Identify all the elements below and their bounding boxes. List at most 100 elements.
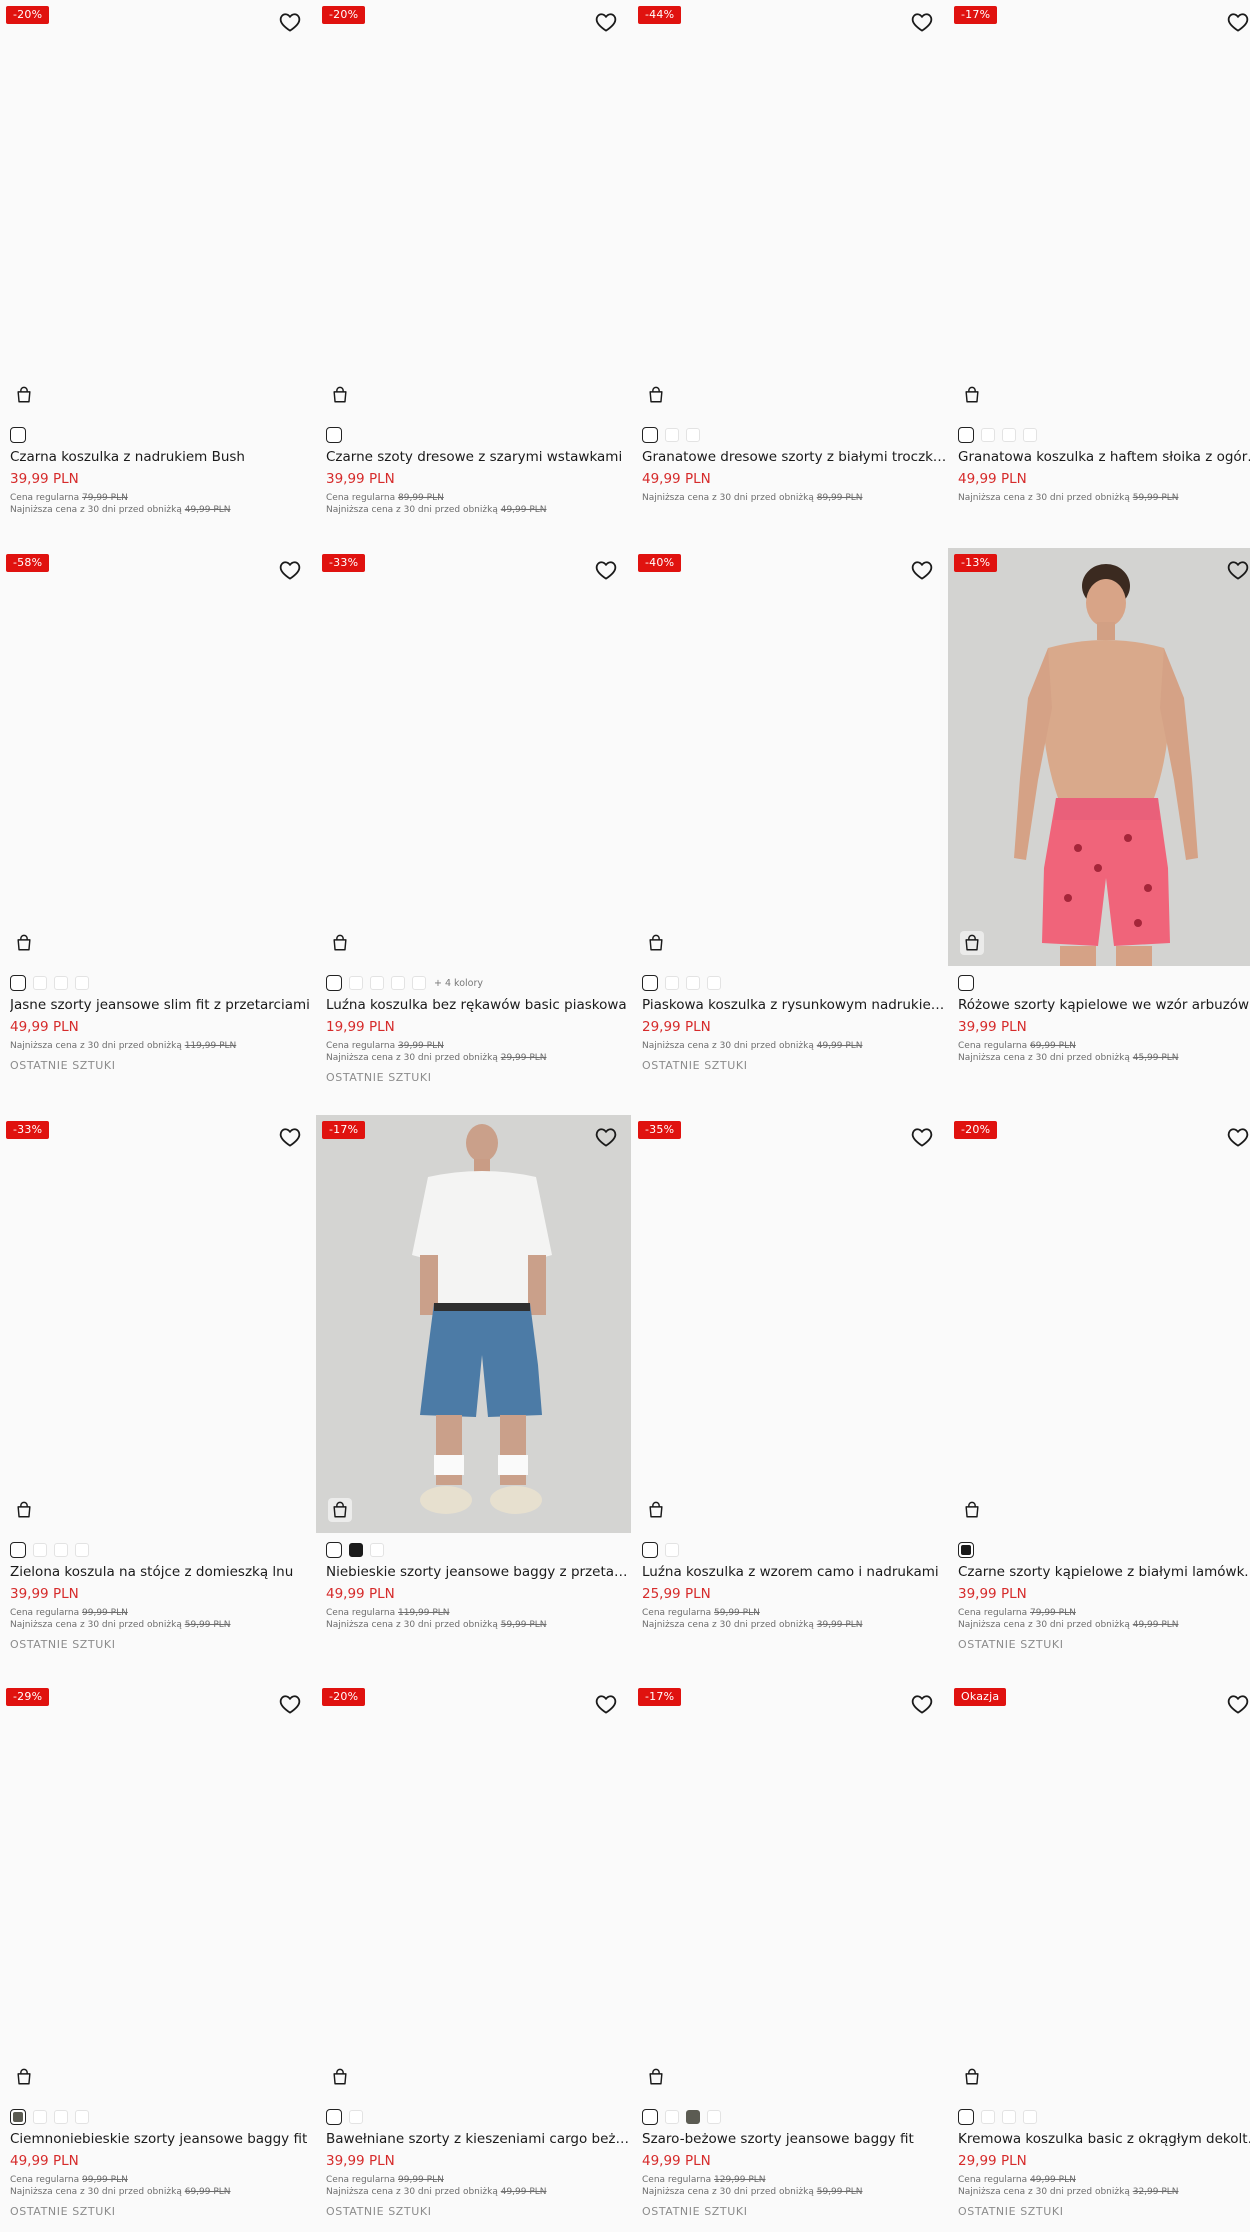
heart-outline-icon[interactable]	[595, 1694, 617, 1714]
color-swatch[interactable]	[1002, 428, 1016, 442]
shopping-bag-icon[interactable]	[960, 2065, 984, 2089]
color-swatch[interactable]	[370, 976, 384, 990]
heart-outline-icon[interactable]	[279, 1127, 301, 1147]
color-swatch[interactable]	[391, 976, 405, 990]
heart-outline-icon[interactable]	[1227, 1127, 1249, 1147]
color-swatch[interactable]	[33, 1543, 47, 1557]
color-swatch-selected[interactable]	[326, 1542, 342, 1558]
heart-outline-icon[interactable]	[595, 12, 617, 32]
product-image[interactable]: -44%	[632, 0, 947, 418]
color-swatch[interactable]	[981, 2110, 995, 2124]
heart-outline-icon[interactable]	[279, 12, 301, 32]
shopping-bag-icon[interactable]	[328, 2065, 352, 2089]
product-image[interactable]: -40%	[632, 548, 947, 966]
color-swatch-selected[interactable]	[326, 2109, 342, 2125]
color-swatch[interactable]	[981, 428, 995, 442]
product-name[interactable]: Szaro-beżowe szorty jeansowe baggy fit	[642, 2131, 947, 2147]
shopping-bag-icon[interactable]	[960, 383, 984, 407]
product-name[interactable]: Granatowa koszulka z haftem słoika z ogó…	[958, 449, 1250, 465]
color-swatch[interactable]	[54, 1543, 68, 1557]
color-swatch-selected[interactable]	[642, 2109, 658, 2125]
color-swatch-selected[interactable]	[326, 975, 342, 991]
product-image[interactable]: -58%	[0, 548, 315, 966]
shopping-bag-icon[interactable]	[960, 1498, 984, 1522]
color-swatch[interactable]	[665, 1543, 679, 1557]
product-name[interactable]: Ciemnoniebieskie szorty jeansowe baggy f…	[10, 2131, 315, 2147]
product-name[interactable]: Czarne szoty dresowe z szarymi wstawkami	[326, 449, 631, 465]
heart-outline-icon[interactable]	[1227, 1694, 1249, 1714]
shopping-bag-icon[interactable]	[328, 931, 352, 955]
color-swatch-selected[interactable]	[326, 427, 342, 443]
shopping-bag-icon[interactable]	[12, 2065, 36, 2089]
shopping-bag-icon[interactable]	[960, 931, 984, 955]
color-swatch[interactable]	[349, 2110, 363, 2124]
product-name[interactable]: Czarna koszulka z nadrukiem Bush	[10, 449, 315, 465]
color-swatch-selected[interactable]	[958, 975, 974, 991]
product-name[interactable]: Kremowa koszulka basic z okrągłym dekolt…	[958, 2131, 1250, 2147]
shopping-bag-icon[interactable]	[644, 383, 668, 407]
product-image[interactable]: -33%	[316, 548, 631, 966]
color-swatch[interactable]	[1023, 428, 1037, 442]
color-swatch[interactable]	[33, 976, 47, 990]
color-swatch[interactable]	[412, 976, 426, 990]
heart-outline-icon[interactable]	[911, 12, 933, 32]
color-swatch[interactable]	[686, 428, 700, 442]
product-image[interactable]: Okazja	[948, 1682, 1250, 2100]
color-swatch[interactable]	[54, 2110, 68, 2124]
color-swatch[interactable]	[349, 1543, 363, 1557]
shopping-bag-icon[interactable]	[12, 1498, 36, 1522]
color-swatch[interactable]	[1002, 2110, 1016, 2124]
color-swatch[interactable]	[349, 976, 363, 990]
product-image[interactable]: -17%	[316, 1115, 631, 1533]
heart-outline-icon[interactable]	[911, 560, 933, 580]
color-swatch[interactable]	[707, 976, 721, 990]
heart-outline-icon[interactable]	[595, 1127, 617, 1147]
heart-outline-icon[interactable]	[1227, 12, 1249, 32]
heart-outline-icon[interactable]	[911, 1127, 933, 1147]
product-image[interactable]: -20%	[316, 1682, 631, 2100]
color-swatch[interactable]	[665, 2110, 679, 2124]
product-image[interactable]: -20%	[316, 0, 631, 418]
shopping-bag-icon[interactable]	[12, 383, 36, 407]
color-swatch-selected[interactable]	[958, 2109, 974, 2125]
product-name[interactable]: Luźna koszulka bez rękawów basic piaskow…	[326, 997, 631, 1013]
color-swatch-selected[interactable]	[10, 427, 26, 443]
shopping-bag-icon[interactable]	[328, 1498, 352, 1522]
product-name[interactable]: Bawełniane szorty z kieszeniami cargo be…	[326, 2131, 631, 2147]
shopping-bag-icon[interactable]	[12, 931, 36, 955]
color-swatch[interactable]	[686, 2110, 700, 2124]
product-name[interactable]: Granatowe dresowe szorty z białymi trocz…	[642, 449, 947, 465]
color-swatch-selected[interactable]	[10, 2109, 26, 2125]
product-image[interactable]: -35%	[632, 1115, 947, 1533]
product-image[interactable]: -20%	[948, 1115, 1250, 1533]
product-image[interactable]: -17%	[948, 0, 1250, 418]
heart-outline-icon[interactable]	[279, 560, 301, 580]
product-image[interactable]: -20%	[0, 0, 315, 418]
color-swatch-selected[interactable]	[642, 427, 658, 443]
color-swatch-selected[interactable]	[958, 1542, 974, 1558]
color-swatch-selected[interactable]	[642, 1542, 658, 1558]
product-name[interactable]: Różowe szorty kąpielowe we wzór arbuzów	[958, 997, 1250, 1013]
heart-outline-icon[interactable]	[595, 560, 617, 580]
heart-outline-icon[interactable]	[279, 1694, 301, 1714]
shopping-bag-icon[interactable]	[644, 2065, 668, 2089]
color-swatch[interactable]	[707, 2110, 721, 2124]
shopping-bag-icon[interactable]	[328, 383, 352, 407]
color-swatch[interactable]	[54, 976, 68, 990]
product-name[interactable]: Luźna koszulka z wzorem camo i nadrukami	[642, 1564, 947, 1580]
color-swatch-selected[interactable]	[958, 427, 974, 443]
color-swatch[interactable]	[686, 976, 700, 990]
product-name[interactable]: Zielona koszula na stójce z domieszką ln…	[10, 1564, 315, 1580]
color-swatch-selected[interactable]	[10, 1542, 26, 1558]
heart-outline-icon[interactable]	[1227, 560, 1249, 580]
heart-outline-icon[interactable]	[911, 1694, 933, 1714]
color-swatch[interactable]	[33, 2110, 47, 2124]
shopping-bag-icon[interactable]	[644, 1498, 668, 1522]
product-name[interactable]: Czarne szorty kąpielowe z białymi lamówk…	[958, 1564, 1250, 1580]
more-colors-label[interactable]: + 4 kolory	[434, 978, 483, 989]
color-swatch-selected[interactable]	[10, 975, 26, 991]
shopping-bag-icon[interactable]	[644, 931, 668, 955]
color-swatch[interactable]	[665, 976, 679, 990]
product-name[interactable]: Niebieskie szorty jeansowe baggy z przet…	[326, 1564, 631, 1580]
product-image[interactable]: -33%	[0, 1115, 315, 1533]
